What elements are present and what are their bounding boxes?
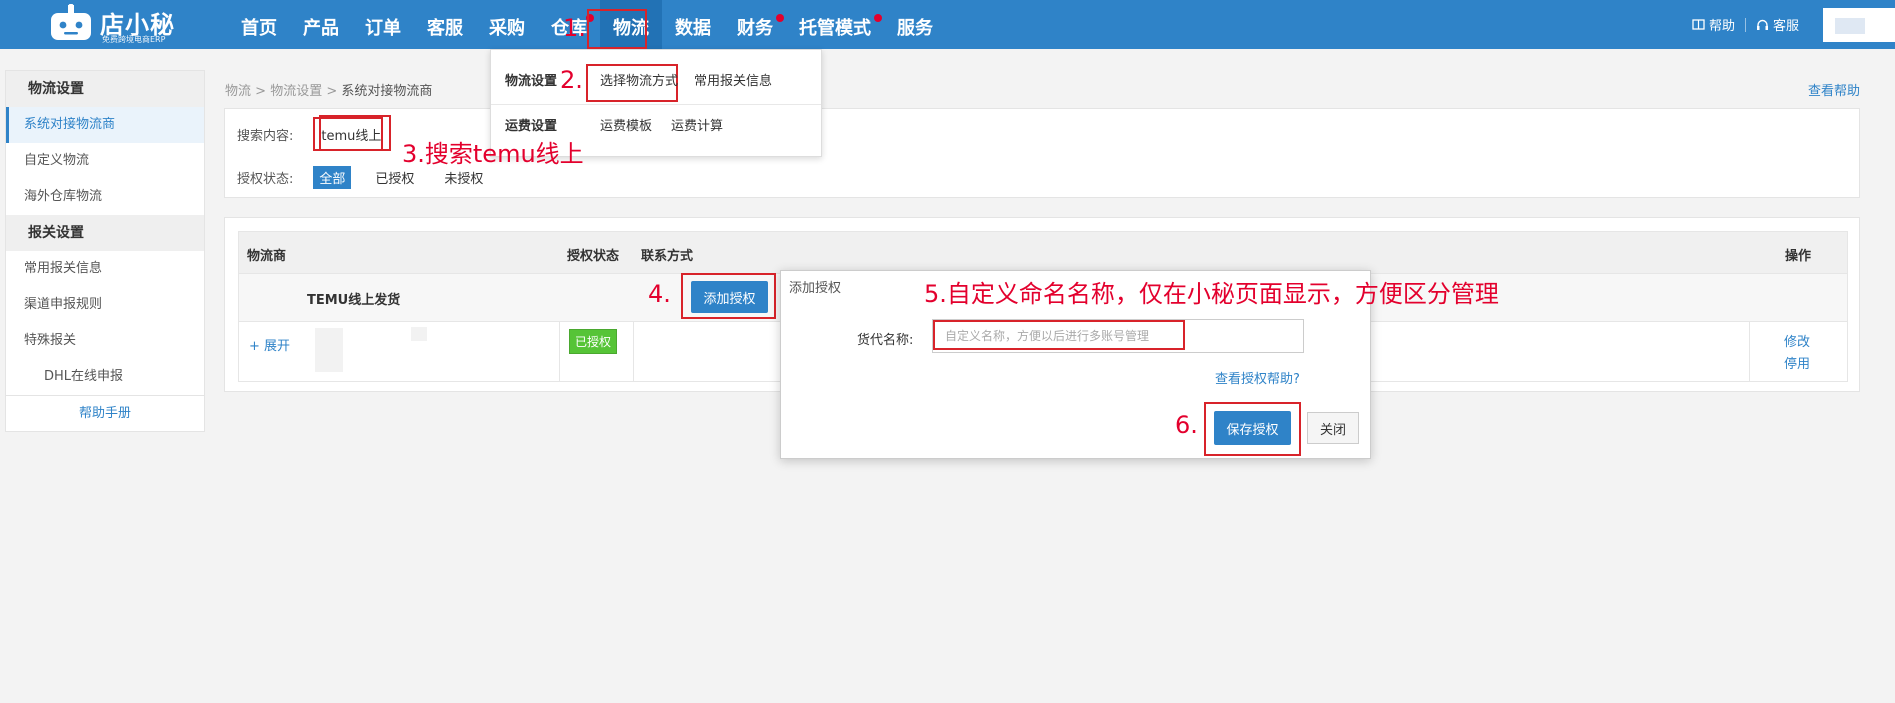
sidebar-section-customs-settings: 报关设置: [6, 215, 204, 251]
sidebar-section-logistics-settings: 物流设置: [6, 71, 204, 107]
filter-unauthorized[interactable]: 未授权: [438, 166, 489, 189]
auth-status-label: 授权状态:: [237, 172, 294, 187]
nav-orders[interactable]: 订单: [352, 0, 414, 49]
annotation-step-6: 6.: [1175, 411, 1198, 439]
logo[interactable]: 店小秘 免费跨境电商ERP: [48, 2, 178, 46]
sidebar: 物流设置 系统对接物流商 自定义物流 海外仓库物流 报关设置 常用报关信息 渠道…: [5, 70, 205, 432]
dropdown-group-freight-settings: 运费设置: [505, 119, 558, 134]
menu-item-freight-template[interactable]: 运费模板: [600, 115, 652, 134]
service-label: 客服: [1772, 19, 1799, 34]
filter-authorized[interactable]: 已授权: [369, 166, 420, 189]
sidebar-item-dhl-online[interactable]: DHL在线申报: [6, 359, 204, 395]
search-label: 搜索内容:: [237, 128, 294, 144]
nav-home[interactable]: 首页: [228, 0, 290, 49]
help-label: 帮助: [1708, 19, 1735, 34]
sidebar-item-customs-info[interactable]: 常用报关信息: [6, 251, 204, 287]
user-account[interactable]: [1823, 7, 1895, 42]
status-badge: 已授权: [569, 329, 618, 354]
nav-finance-label: 财务: [737, 18, 773, 39]
breadcrumb-separator: >: [255, 84, 267, 99]
annotation-step-5: 5.自定义命名名称，仅在小秘页面显示，方便区分管理: [924, 280, 1499, 308]
expand-toggle[interactable]: + 展开: [249, 335, 290, 354]
breadcrumb-current: 系统对接物流商: [341, 84, 433, 99]
col-status: 授权状态: [567, 249, 620, 264]
annotation-step-4: 4.: [648, 280, 671, 308]
highlight-box: [319, 115, 391, 151]
column-divider: [1749, 322, 1750, 381]
filter-all[interactable]: 全部: [313, 166, 352, 189]
nav-products[interactable]: 产品: [290, 0, 352, 49]
dropdown-group-logistics-settings: 物流设置: [505, 74, 558, 89]
auth-filter-row: 授权状态: 全部 已授权 未授权: [237, 166, 489, 189]
nav-managed-mode[interactable]: 托管模式: [786, 0, 884, 49]
nav-services[interactable]: 服务: [884, 0, 946, 49]
top-right-links: 帮助 客服: [1682, 0, 1895, 49]
column-divider: [633, 322, 634, 381]
help-link-top[interactable]: 帮助: [1682, 15, 1745, 34]
menu-item-select-logistics[interactable]: 选择物流方式: [600, 70, 678, 89]
book-icon: [1692, 19, 1705, 30]
annotation-step-1: 1.: [563, 14, 586, 42]
notification-dot: [776, 14, 784, 22]
carrier-group-name: TEMU线上发货: [307, 293, 401, 308]
column-divider: [559, 322, 560, 381]
nav-customer-service[interactable]: 客服: [414, 0, 476, 49]
view-help-link[interactable]: 查看帮助: [1808, 80, 1860, 99]
nav-managed-mode-label: 托管模式: [799, 18, 871, 39]
breadcrumb-separator: >: [326, 84, 338, 99]
service-link-top[interactable]: 客服: [1746, 15, 1809, 34]
add-auth-highlight: 添加授权: [681, 273, 776, 319]
col-provider: 物流商: [247, 249, 287, 264]
breadcrumb-logistics-settings[interactable]: 物流设置: [270, 84, 322, 99]
menu-item-freight-calc[interactable]: 运费计算: [671, 115, 723, 134]
blurred-text: [411, 327, 427, 341]
save-auth-button[interactable]: 保存授权: [1214, 411, 1291, 445]
dialog-title: 添加授权: [789, 281, 842, 296]
sidebar-item-system-carriers[interactable]: 系统对接物流商: [6, 107, 204, 143]
headset-icon: [1756, 19, 1768, 30]
blurred-logo: [315, 328, 343, 372]
save-highlight: 保存授权: [1204, 402, 1301, 456]
top-navigation-bar: 店小秘 免费跨境电商ERP 首页 产品 订单 客服 采购 仓库 物流 数据 财务…: [0, 0, 1895, 49]
col-contact: 联系方式: [641, 249, 694, 264]
highlight-box: [587, 9, 647, 49]
sidebar-item-special-customs[interactable]: 特殊报关: [6, 323, 204, 359]
nav-purchase[interactable]: 采购: [476, 0, 538, 49]
forwarder-name-label: 货代名称:: [857, 333, 914, 348]
sidebar-item-custom-logistics[interactable]: 自定义物流: [6, 143, 204, 179]
nav-finance[interactable]: 财务: [724, 0, 786, 49]
add-auth-button[interactable]: 添加授权: [691, 281, 768, 313]
brand-subtitle: 免费跨境电商ERP: [102, 35, 166, 44]
annotation-step-3: 3.搜索temu线上: [402, 140, 584, 168]
notification-dot: [874, 14, 882, 22]
table-header: 物流商 授权状态 联系方式 操作: [239, 232, 1847, 273]
breadcrumb: 物流 > 物流设置 > 系统对接物流商: [225, 80, 432, 99]
menu-item-customs-info[interactable]: 常用报关信息: [694, 70, 772, 89]
sidebar-item-channel-rules[interactable]: 渠道申报规则: [6, 287, 204, 323]
help-manual-link[interactable]: 帮助手册: [6, 395, 204, 431]
auth-help-link[interactable]: 查看授权帮助?: [1215, 368, 1300, 387]
robot-logo-icon: [51, 4, 91, 40]
dropdown-divider: [491, 104, 821, 105]
forwarder-name-input[interactable]: 自定义名称，方便以后进行多账号管理: [933, 320, 1185, 350]
col-ops: 操作: [1785, 249, 1812, 264]
sidebar-item-overseas-warehouse[interactable]: 海外仓库物流: [6, 179, 204, 215]
disable-link[interactable]: 停用: [1784, 353, 1810, 372]
close-button[interactable]: 关闭: [1307, 412, 1359, 444]
nav-data[interactable]: 数据: [662, 0, 724, 49]
breadcrumb-logistics[interactable]: 物流: [225, 84, 251, 99]
annotation-step-2: 2.: [560, 66, 583, 94]
edit-link[interactable]: 修改: [1784, 331, 1810, 350]
avatar: [1835, 17, 1865, 34]
